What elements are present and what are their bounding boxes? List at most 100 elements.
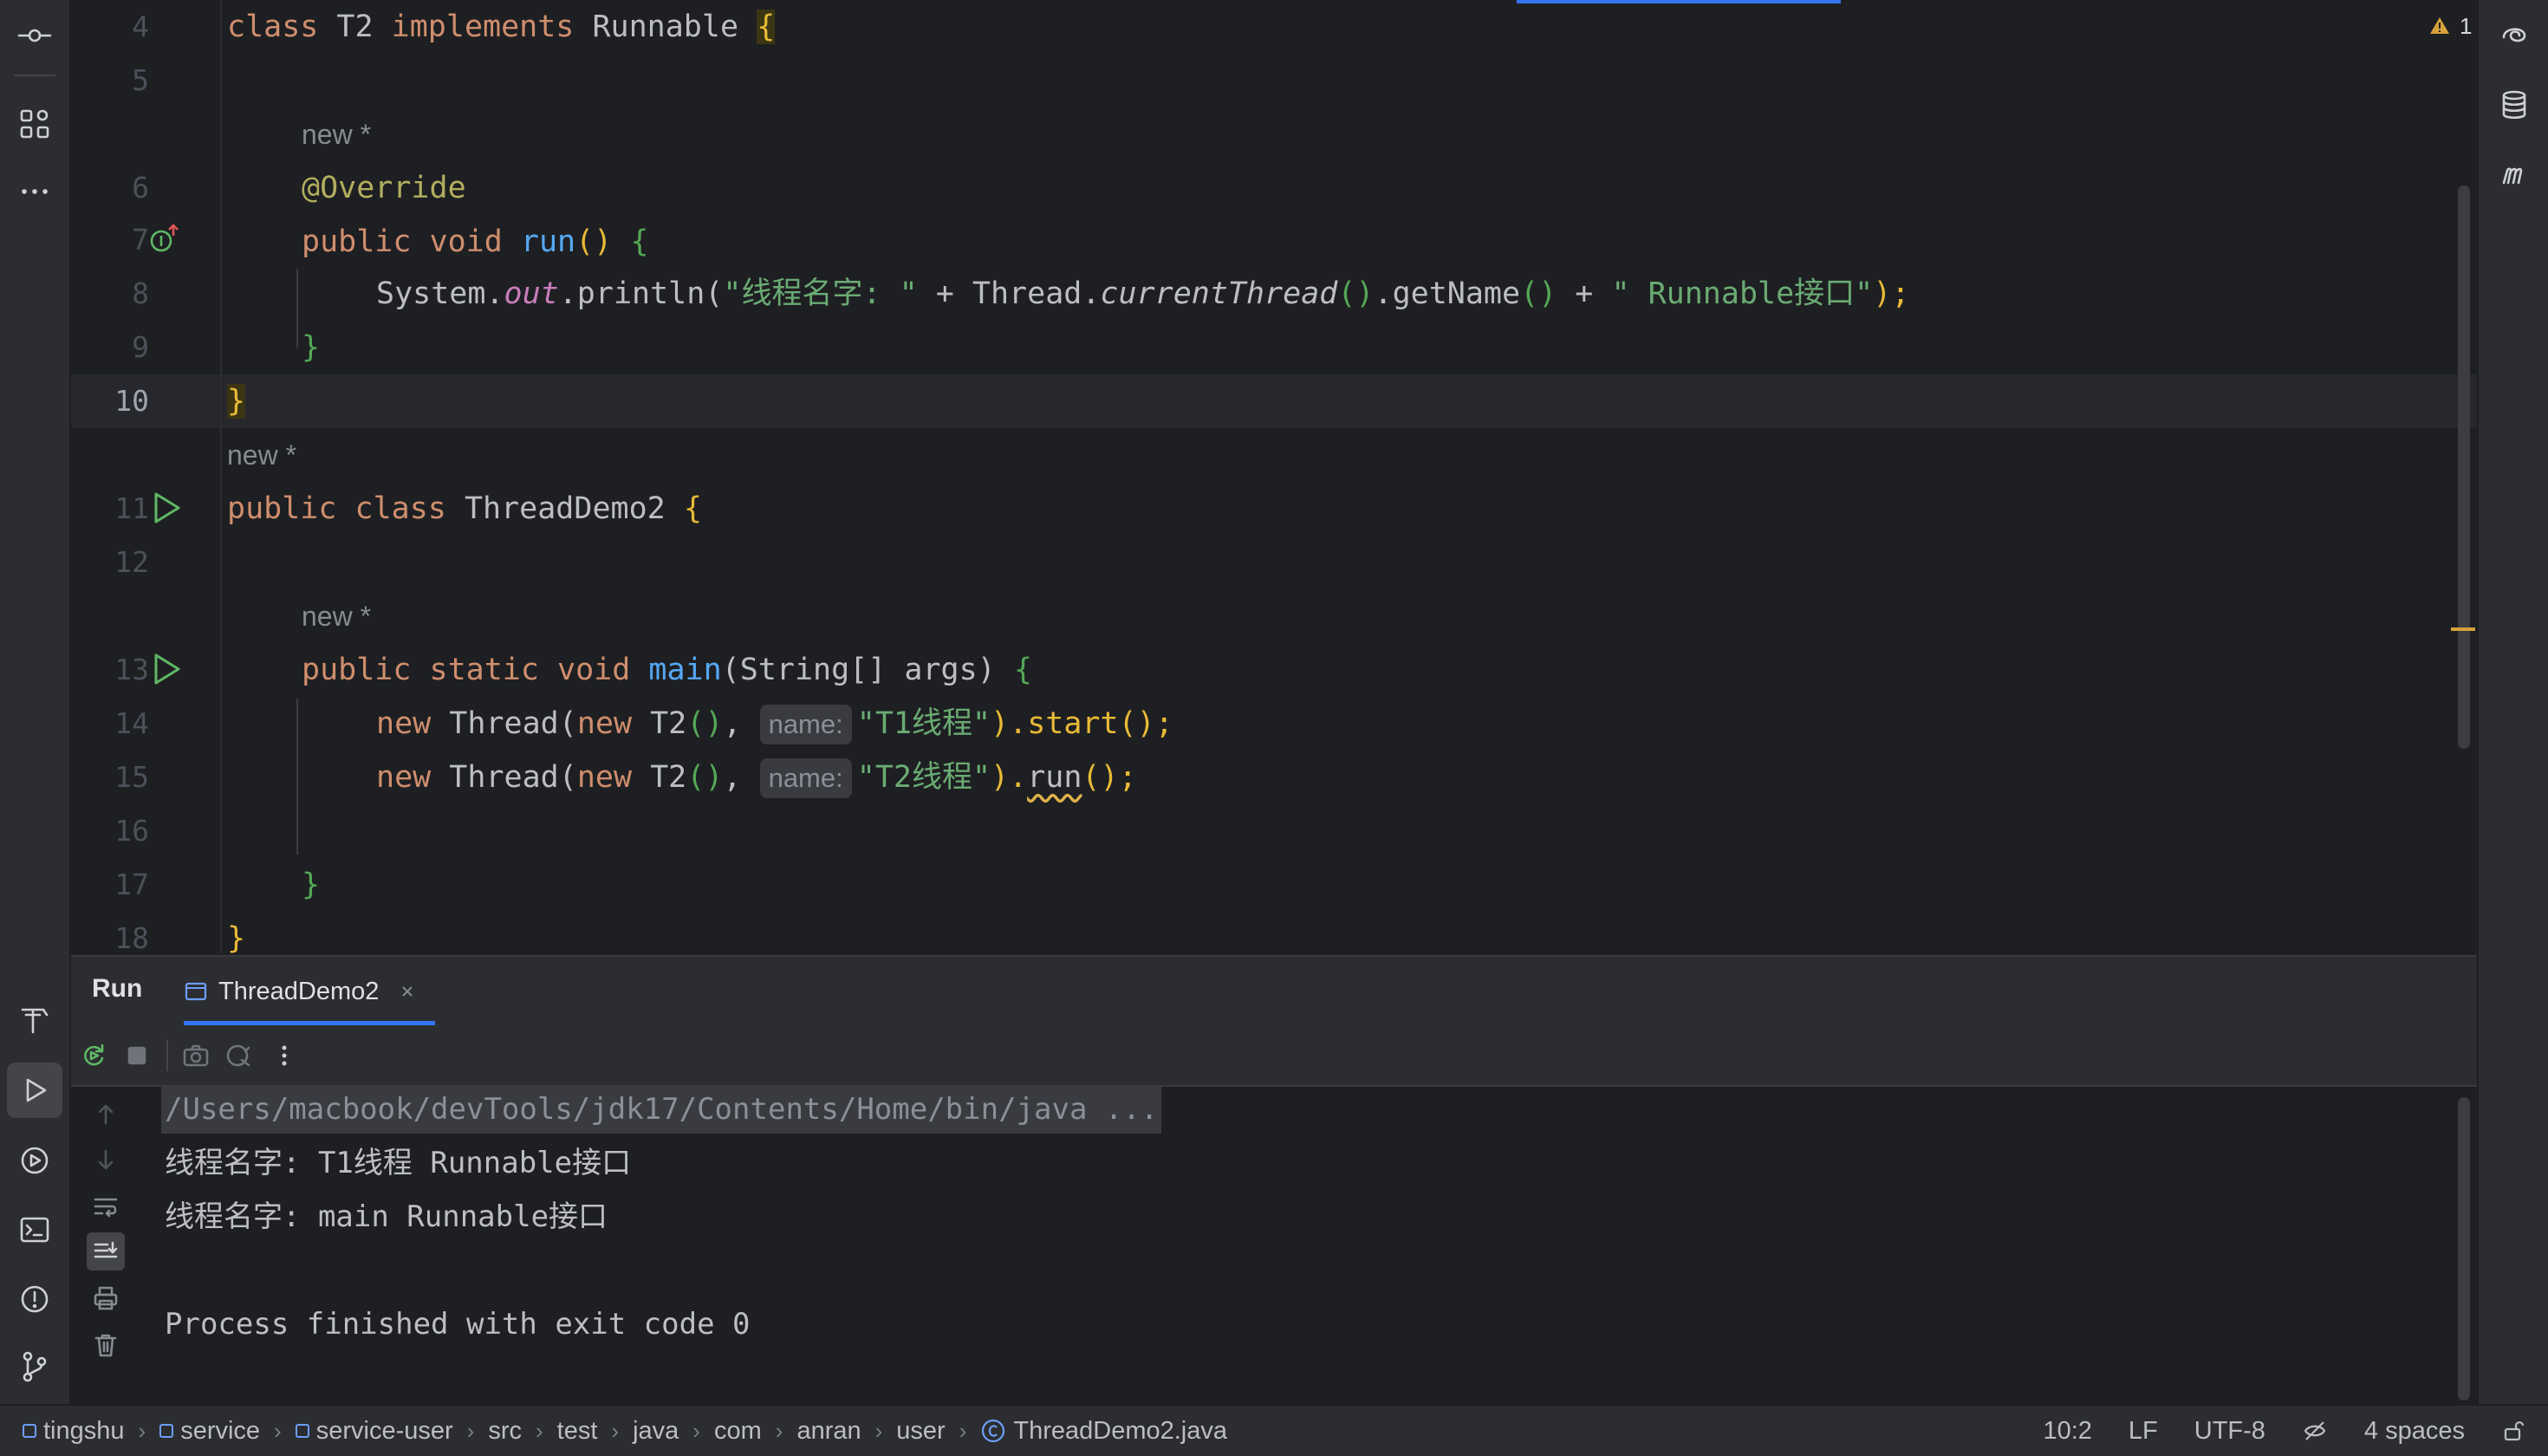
code-line-8: System.out.println("线程名字: " + Thread.cur… xyxy=(376,276,1910,311)
breadcrumb: tingshu › service › service-user › src › tes… xyxy=(23,1406,1227,1456)
code-line-13: public static void main(String[] args) { xyxy=(302,653,1032,687)
right-tool-strip xyxy=(2477,0,2548,1404)
ai-assistant-icon[interactable] xyxy=(2479,5,2548,66)
print-icon[interactable] xyxy=(87,1279,125,1317)
line-number: 18 xyxy=(114,921,149,953)
code-line-6: @Override xyxy=(302,171,466,205)
gutter: 4 5 6 7 8 9 10 11 12 13 14 15 16 17 18 xyxy=(71,0,220,953)
breadcrumb-item[interactable]: service-user xyxy=(295,1417,453,1446)
scroll-to-end-icon[interactable] xyxy=(87,1232,125,1271)
breadcrumb-item[interactable]: anran xyxy=(796,1417,861,1446)
code-line-4: class T2 implements Runnable { xyxy=(227,10,776,44)
line-number: 12 xyxy=(114,545,149,579)
line-number: 14 xyxy=(114,706,149,740)
dump-threads-button[interactable] xyxy=(222,1038,257,1073)
stop-button[interactable] xyxy=(120,1038,154,1073)
soft-wrap-icon[interactable] xyxy=(87,1187,125,1225)
console-command-line[interactable]: /Users/macbook/devTools/jdk17/Contents/H… xyxy=(161,1085,1162,1134)
console-output-line: 线程名字: T1线程 Runnable接口 xyxy=(165,1146,632,1180)
breadcrumb-item[interactable]: ThreadDemo2.java xyxy=(980,1417,1227,1446)
structure-icon[interactable] xyxy=(0,94,69,154)
usage-hint[interactable]: new * xyxy=(227,428,296,482)
line-number: 10 xyxy=(114,384,149,418)
console-output-line: 线程名字: main Runnable接口 xyxy=(165,1199,608,1234)
more-options-icon[interactable] xyxy=(267,1038,302,1073)
code-line-18: } xyxy=(227,921,246,953)
file-encoding[interactable]: UTF-8 xyxy=(2194,1417,2265,1446)
line-separator[interactable]: LF xyxy=(2129,1417,2158,1446)
run-panel: Run ThreadDemo2 /Users/macbook/devTools/… xyxy=(71,955,2477,1404)
tab-scroll-indicator xyxy=(1517,0,1841,3)
run-tab-bar: Run ThreadDemo2 xyxy=(71,955,2477,1026)
indent-guide xyxy=(296,699,298,855)
line-number: 11 xyxy=(114,491,149,525)
run-main-icon[interactable] xyxy=(149,652,184,686)
console-side-toolbar xyxy=(71,1087,140,1404)
indent-setting[interactable]: 4 spaces xyxy=(2364,1417,2465,1446)
strip-divider xyxy=(14,75,55,76)
status-bar: tingshu › service › service-user › src › tes… xyxy=(0,1404,2548,1456)
build-icon[interactable] xyxy=(0,990,69,1050)
editor-scrollbar[interactable] xyxy=(2458,185,2470,749)
code-editor[interactable]: 1 4 5 6 7 8 9 10 11 12 13 14 15 16 17 18 xyxy=(71,0,2477,953)
screenshot-button[interactable] xyxy=(179,1038,213,1073)
warning-count: 1 xyxy=(2460,12,2473,39)
maven-icon[interactable] xyxy=(2479,144,2548,205)
more-icon[interactable] xyxy=(0,161,69,222)
up-arrow-icon[interactable] xyxy=(87,1095,125,1134)
services-icon[interactable] xyxy=(0,1130,69,1191)
line-number: 9 xyxy=(132,330,149,364)
scrollbar-warning-marker[interactable] xyxy=(2451,627,2475,631)
status-right: 10:2 LF UTF-8 4 spaces xyxy=(2043,1406,2527,1456)
line-number: 15 xyxy=(114,760,149,794)
left-tool-strip xyxy=(0,0,71,1404)
problems-icon[interactable] xyxy=(0,1269,69,1329)
no-highlight-icon[interactable] xyxy=(2302,1418,2328,1444)
java-class-icon xyxy=(982,1419,1005,1443)
git-icon[interactable] xyxy=(0,1336,69,1397)
run-tool-icon[interactable] xyxy=(7,1063,62,1118)
module-icon xyxy=(23,1424,36,1438)
run-tab-label: ThreadDemo2 xyxy=(218,977,380,1005)
usage-hint[interactable]: new * xyxy=(302,107,371,161)
breadcrumb-item[interactable]: user xyxy=(896,1417,945,1446)
rerun-button[interactable] xyxy=(76,1038,111,1073)
breadcrumb-item[interactable]: test xyxy=(557,1417,598,1446)
line-number: 4 xyxy=(132,10,149,43)
breadcrumb-item[interactable]: service xyxy=(159,1417,260,1446)
active-tab-underline xyxy=(184,1021,435,1025)
line-number: 16 xyxy=(114,814,149,848)
current-line-highlight xyxy=(71,374,2477,428)
module-icon xyxy=(159,1424,174,1438)
run-class-icon[interactable] xyxy=(149,491,184,525)
line-number: 8 xyxy=(132,276,149,310)
breadcrumb-item[interactable]: tingshu xyxy=(23,1417,125,1446)
console-exit-line: Process finished with exit code 0 xyxy=(165,1307,751,1342)
run-panel-title: Run xyxy=(92,974,143,1003)
breadcrumb-item[interactable]: java xyxy=(633,1417,679,1446)
database-icon[interactable] xyxy=(2479,75,2548,135)
line-number: 7 xyxy=(132,223,149,257)
caret-position[interactable]: 10:2 xyxy=(2043,1417,2091,1446)
code-line-7: public void run() { xyxy=(302,224,649,259)
terminal-icon[interactable] xyxy=(0,1199,69,1260)
toolbar-divider xyxy=(166,1040,168,1071)
close-icon[interactable] xyxy=(398,982,417,1001)
trash-icon[interactable] xyxy=(87,1326,125,1364)
code-line-9: } xyxy=(302,330,321,365)
code-line-15: new Thread(new T2(), name: "T2线程").run(); xyxy=(376,751,1137,804)
breadcrumb-item[interactable]: src xyxy=(488,1417,522,1446)
lock-icon[interactable] xyxy=(2501,1418,2527,1444)
console-icon xyxy=(185,982,207,1001)
line-number: 17 xyxy=(114,868,149,901)
implements-method-icon[interactable] xyxy=(147,222,182,257)
commit-icon[interactable] xyxy=(0,5,69,66)
warning-squiggle[interactable]: run xyxy=(1027,760,1082,795)
usage-hint[interactable]: new * xyxy=(302,589,371,643)
down-arrow-icon[interactable] xyxy=(87,1141,125,1179)
parameter-hint: name: xyxy=(759,758,852,798)
console-scrollbar[interactable] xyxy=(2458,1097,2470,1401)
run-tab-threaddemo2[interactable]: ThreadDemo2 xyxy=(184,967,417,1016)
inspection-widget[interactable]: 1 xyxy=(2428,10,2477,42)
breadcrumb-item[interactable]: com xyxy=(714,1417,762,1446)
